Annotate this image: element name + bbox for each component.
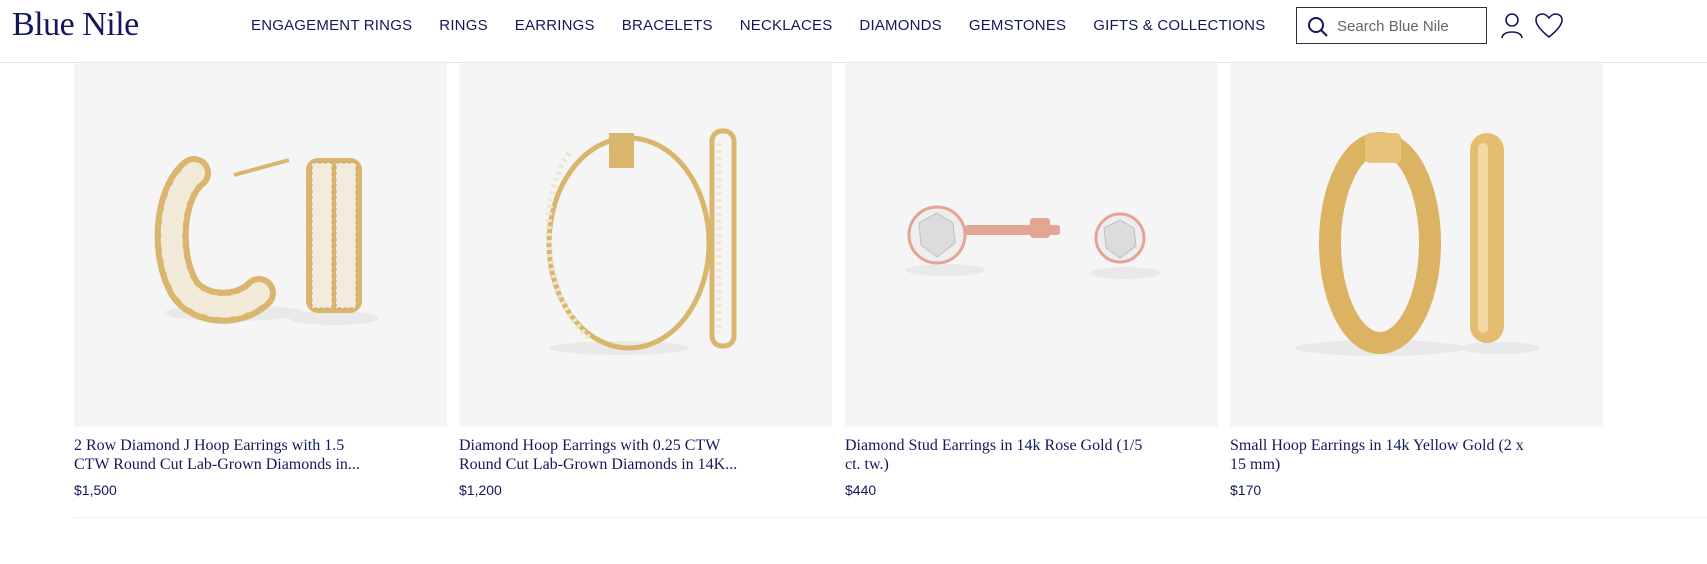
blue-nile-logo[interactable]: Blue Nile [12, 6, 139, 44]
stud-earrings-image [905, 205, 1160, 279]
search-input[interactable] [1337, 15, 1477, 37]
nav-gifts-collections[interactable]: GIFTS & COLLECTIONS [1093, 17, 1265, 34]
product-grid: 2 Row Diamond J Hoop Earrings with 1.5 C… [74, 63, 1707, 513]
product-price: $170 [1230, 482, 1262, 498]
nav-diamonds[interactable]: DIAMONDS [859, 17, 941, 34]
j-hoop-earrings-image [154, 156, 379, 325]
product-card[interactable]: Diamond Hoop Earrings with 0.25 CTW Roun… [459, 63, 832, 498]
product-image[interactable] [74, 63, 447, 427]
wishlist-heart-icon[interactable] [1534, 12, 1564, 40]
product-card[interactable]: 2 Row Diamond J Hoop Earrings with 1.5 C… [74, 63, 447, 498]
yellow-gold-hoop-earrings-image [1295, 132, 1540, 356]
search-icon [1308, 17, 1328, 37]
product-image[interactable] [845, 63, 1218, 427]
nav-bracelets[interactable]: BRACELETS [622, 17, 713, 34]
product-price: $1,500 [74, 482, 117, 498]
product-image[interactable] [1230, 63, 1603, 427]
site-header: Blue Nile ENGAGEMENT RINGS RINGS EARRING… [0, 0, 1707, 63]
main-nav: ENGAGEMENT RINGS RINGS EARRINGS BRACELET… [251, 17, 1292, 34]
search-box[interactable] [1296, 7, 1487, 44]
product-price: $440 [845, 482, 877, 498]
product-title[interactable]: Diamond Stud Earrings in 14k Rose Gold (… [845, 436, 1175, 474]
divider [74, 517, 1707, 518]
product-title[interactable]: 2 Row Diamond J Hoop Earrings with 1.5 C… [74, 436, 404, 474]
product-card[interactable]: Diamond Stud Earrings in 14k Rose Gold (… [845, 63, 1218, 498]
nav-engagement-rings[interactable]: ENGAGEMENT RINGS [251, 17, 412, 34]
product-image[interactable] [459, 63, 832, 427]
nav-earrings[interactable]: EARRINGS [515, 17, 595, 34]
nav-necklaces[interactable]: NECKLACES [740, 17, 833, 34]
product-title[interactable]: Diamond Hoop Earrings with 0.25 CTW Roun… [459, 436, 789, 474]
product-title[interactable]: Small Hoop Earrings in 14k Yellow Gold (… [1230, 436, 1560, 474]
nav-rings[interactable]: RINGS [439, 17, 488, 34]
product-price: $1,200 [459, 482, 502, 498]
product-card[interactable]: Small Hoop Earrings in 14k Yellow Gold (… [1230, 63, 1603, 498]
diamond-hoop-earrings-image [545, 128, 737, 355]
nav-gemstones[interactable]: GEMSTONES [969, 17, 1066, 34]
account-icon[interactable] [1500, 12, 1524, 40]
